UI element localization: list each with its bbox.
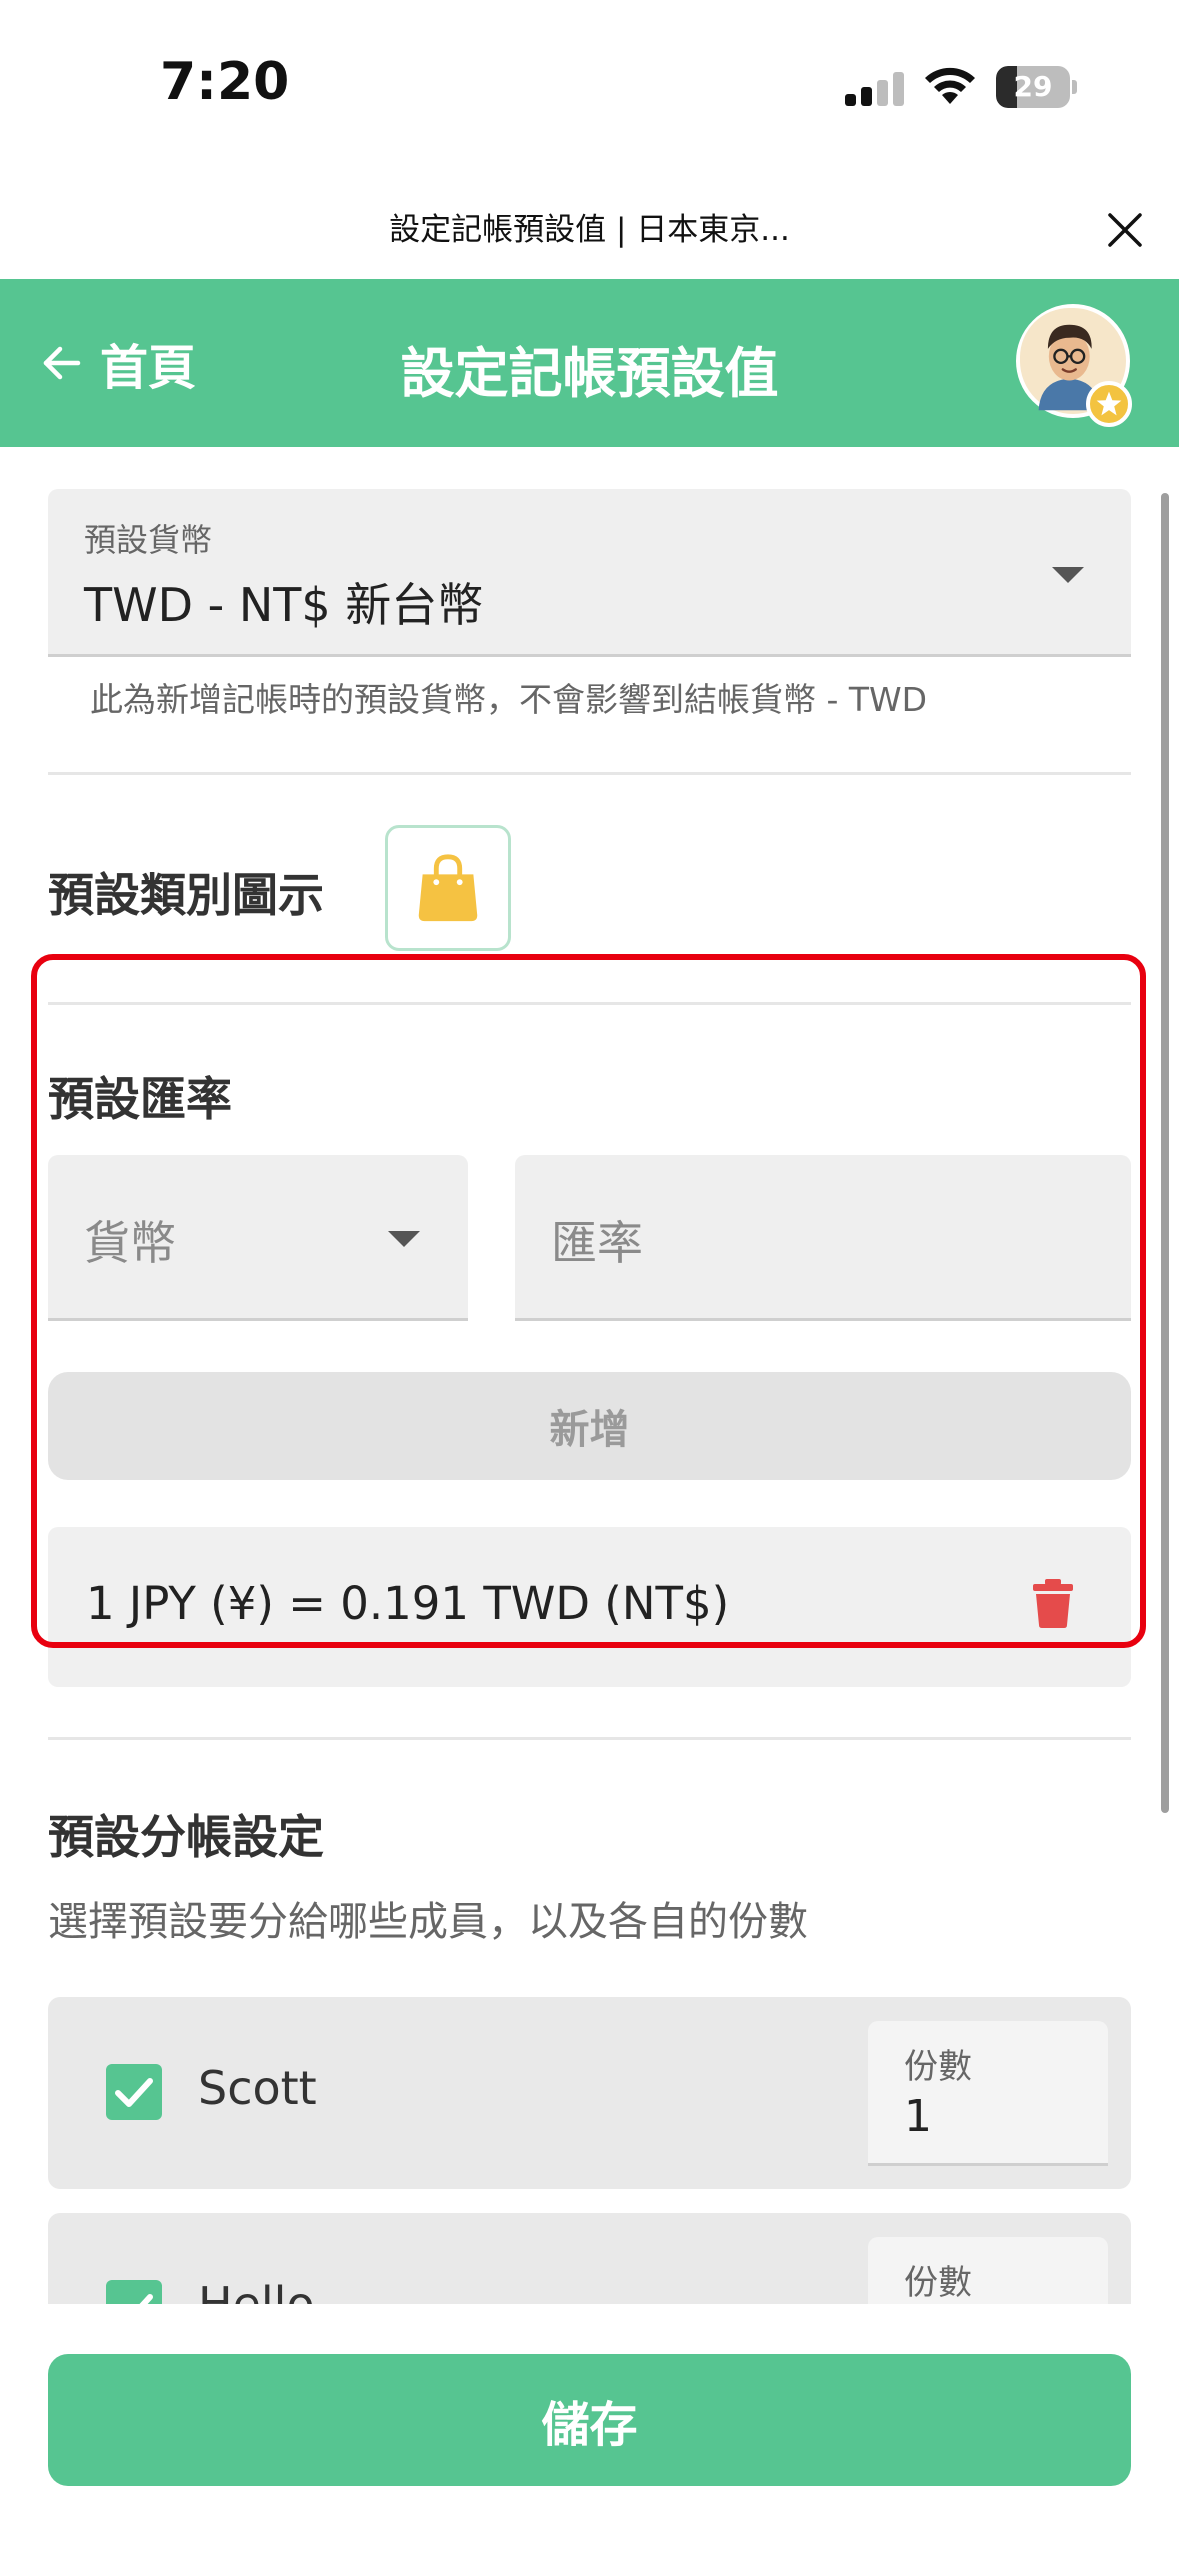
trash-icon[interactable] — [1031, 1577, 1075, 1629]
share-input[interactable]: 份數 — [868, 2237, 1108, 2304]
member-checkbox[interactable] — [106, 2064, 162, 2120]
back-label: 首頁 — [100, 340, 197, 396]
arrow-left-icon — [43, 346, 81, 380]
default-currency-helper: 此為新增記帳時的預設貨幣，不會影響到結帳貨幣 - TWD — [90, 680, 928, 719]
rate-text: 1 JPY (¥) = 0.191 TWD (NT$) — [86, 1577, 730, 1630]
status-time: 7:20 — [160, 52, 290, 112]
add-rate-button[interactable]: 新增 — [48, 1372, 1131, 1480]
browser-title-bar: 設定記帳預設值 | 日本東京... — [0, 180, 1179, 280]
divider — [48, 772, 1131, 775]
share-input[interactable]: 份數 1 — [868, 2021, 1108, 2166]
exchange-rate-title: 預設匯率 — [48, 1072, 232, 1126]
member-name: Hello — [198, 2277, 315, 2304]
star-badge-icon — [1086, 381, 1132, 427]
share-label: 份數 — [904, 2263, 972, 2303]
divider — [48, 1737, 1131, 1740]
scrollbar[interactable] — [1161, 493, 1169, 1813]
chevron-down-icon — [388, 1231, 420, 1247]
category-icon-picker[interactable] — [385, 825, 511, 951]
member-row: Scott 份數 1 — [48, 1997, 1131, 2189]
main-content: 預設貨幣 TWD - NT$ 新台幣 此為新增記帳時的預設貨幣，不會影響到結帳貨… — [0, 447, 1179, 2304]
share-value: 1 — [904, 2091, 932, 2142]
member-row: Hello 份數 — [48, 2213, 1131, 2304]
app-header: 首頁 設定記帳預設值 — [0, 279, 1179, 447]
rate-currency-select[interactable]: 貨幣 — [48, 1155, 468, 1321]
rate-value-input[interactable]: 匯率 — [515, 1155, 1131, 1321]
browser-page-title: 設定記帳預設值 | 日本東京... — [389, 212, 790, 248]
battery-level: 29 — [1013, 70, 1053, 103]
wifi-icon — [925, 67, 975, 104]
shopping-bag-icon — [418, 854, 478, 922]
cellular-signal-icon — [845, 72, 905, 106]
rate-list-item: 1 JPY (¥) = 0.191 TWD (NT$) — [48, 1527, 1131, 1687]
battery-icon: 29 — [996, 66, 1077, 108]
rate-currency-placeholder: 貨幣 — [84, 1216, 176, 1270]
share-label: 份數 — [904, 2047, 972, 2087]
back-button[interactable]: 首頁 — [40, 331, 197, 396]
category-icon-title: 預設類別圖示 — [48, 868, 324, 922]
default-currency-label: 預設貨幣 — [84, 521, 213, 559]
default-currency-value: TWD - NT$ 新台幣 — [84, 578, 484, 632]
member-name: Scott — [198, 2061, 317, 2115]
check-icon — [115, 2078, 153, 2107]
default-currency-select[interactable]: 預設貨幣 TWD - NT$ 新台幣 — [48, 489, 1131, 657]
chevron-down-icon — [1052, 567, 1084, 583]
status-bar: 7:20 29 — [0, 0, 1179, 170]
split-settings-description: 選擇預設要分給哪些成員，以及各自的份數 — [48, 1899, 808, 1945]
split-settings-title: 預設分帳設定 — [48, 1810, 324, 1864]
member-checkbox[interactable] — [106, 2280, 162, 2304]
close-icon[interactable] — [1100, 205, 1150, 255]
check-icon — [139, 2294, 153, 2304]
divider — [48, 1002, 1131, 1005]
save-button[interactable]: 儲存 — [48, 2354, 1131, 2486]
rate-value-placeholder: 匯率 — [551, 1216, 643, 1270]
